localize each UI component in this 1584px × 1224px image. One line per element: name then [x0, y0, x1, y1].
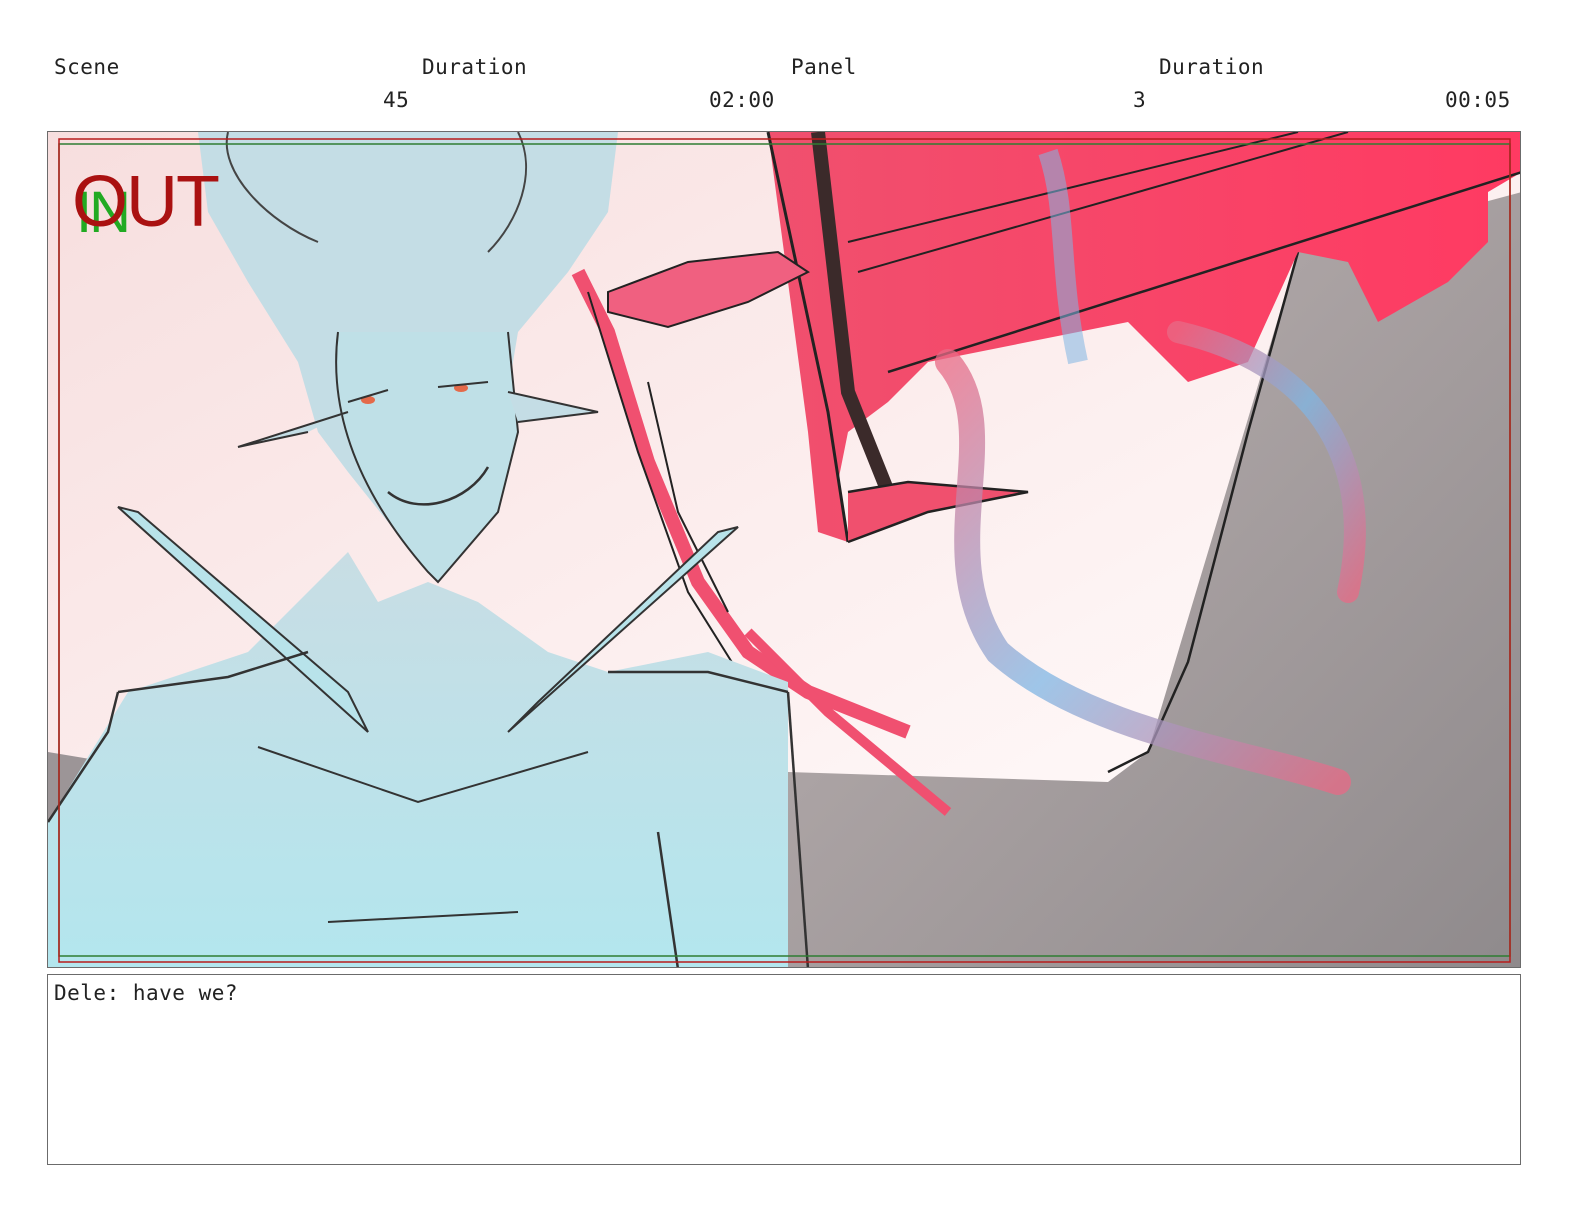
scene-duration-value: 02:00	[709, 88, 775, 112]
scene-label: Scene	[54, 55, 120, 79]
scene-duration-label: Duration	[422, 55, 528, 79]
storyboard-artwork-image	[48, 132, 1520, 967]
storyboard-panel: IN OUT	[47, 131, 1521, 968]
panel-label: Panel	[791, 55, 857, 79]
scene-number: 45	[383, 88, 410, 112]
out-marker: OUT	[72, 162, 220, 242]
dialogue-text: Dele: have we?	[54, 981, 239, 1005]
panel-number: 3	[1133, 88, 1147, 112]
dialogue-notes-box[interactable]: Dele: have we?	[47, 974, 1521, 1165]
panel-duration-value: 00:05	[1445, 88, 1511, 112]
panel-duration-label: Duration	[1159, 55, 1265, 79]
